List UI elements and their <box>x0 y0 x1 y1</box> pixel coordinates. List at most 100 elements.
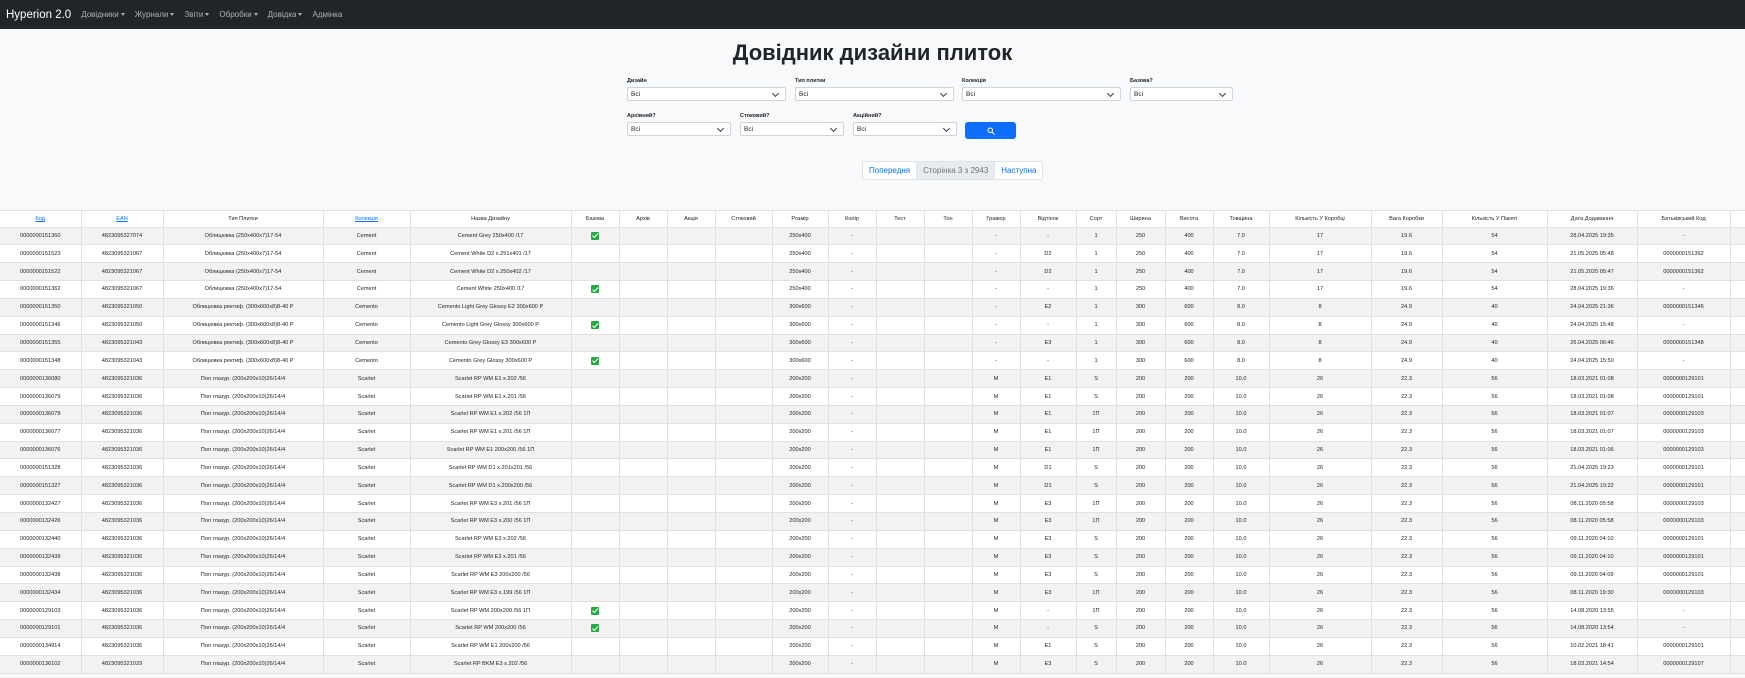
table-cell: E1 <box>1020 405 1077 424</box>
table-cell <box>876 351 925 371</box>
table-cell <box>571 566 620 585</box>
table-row[interactable]: 0000000151348 4823095321043 Облицювка рект… <box>0 351 1745 371</box>
table-header-row: Код EAN Тип Плитки Колекція Назва Дизайну Баз… <box>0 211 1745 228</box>
filter-base: Базова? Всі <box>1130 78 1233 101</box>
table-cell: 300 <box>1116 334 1166 353</box>
table-cell: 0000000151355 <box>0 334 82 353</box>
table-row[interactable]: 0000000151522 4823095321067 Облицювка (250… <box>0 262 1745 282</box>
table-cell: E1 <box>1020 369 1077 389</box>
nav-item-3[interactable]: Обробки <box>219 10 258 19</box>
table-cell: 200 <box>1165 476 1214 496</box>
table-cell: 4823095321036 <box>81 441 164 460</box>
table-row[interactable]: 0000000136078 4823095321036 Пол глазур. (2… <box>0 405 1745 424</box>
table-cell: 10.0 <box>1213 512 1270 531</box>
table-row[interactable]: 0000000136102 4823095321029 Пол глазур. (2… <box>0 655 1745 674</box>
table-cell <box>715 441 773 460</box>
table-row[interactable]: 0000000136079 4823095321036 Пол глазур. (2… <box>0 387 1745 406</box>
column-header[interactable]: Код <box>0 211 82 228</box>
table-cell: 7.0 <box>1213 280 1270 299</box>
base-select[interactable]: Всі <box>1130 87 1233 101</box>
table-row[interactable]: 0000000151360 4823095327074 Облицювка (250… <box>0 227 1745 246</box>
promo-select[interactable]: Всі <box>853 122 957 136</box>
tile-type-select[interactable]: Всі <box>795 87 954 101</box>
table-row[interactable]: 0000000136080 4823095321036 Пол глазур. (2… <box>0 369 1745 389</box>
table-cell: Пол глазур. (200х200х10)26/14/4 <box>163 369 324 389</box>
table-cell: 56 <box>1442 369 1548 389</box>
table-cell: 22.3 <box>1371 530 1443 549</box>
table-row[interactable]: 0000000151327 4823095321036 Пол глазур. (2… <box>0 476 1745 496</box>
column-header: Сорт <box>1076 211 1117 228</box>
table-cell: Scarlet <box>323 655 411 674</box>
table-cell: 0000000151346 <box>0 316 82 335</box>
table-cell: 26 <box>1269 512 1372 531</box>
table-cell <box>667 387 716 406</box>
table-cell: 7.0 <box>1213 227 1270 246</box>
column-header[interactable]: EAN <box>81 211 164 228</box>
table-cell <box>715 566 773 585</box>
table-cell: E1 <box>1020 441 1077 460</box>
nav-item-0[interactable]: Довідники <box>81 10 125 19</box>
table-row[interactable]: 0000000132427 4823095321036 Пол глазур. (2… <box>0 494 1745 513</box>
table-cell: S <box>1076 566 1117 585</box>
table-row[interactable]: 0000000132426 4823095321036 Пол глазур. (2… <box>0 512 1745 531</box>
table-row[interactable]: 0000000136077 4823095321036 Пол глазур. (2… <box>0 423 1745 442</box>
table-cell: Пол глазур. (200х200х10)26/14/4 <box>163 494 324 513</box>
table-cell <box>715 316 773 335</box>
table-cell: 250 <box>1116 227 1166 246</box>
table-cell: 26 <box>1269 458 1372 478</box>
table-cell: - <box>1637 280 1731 299</box>
table-cell: 22.3 <box>1371 387 1443 406</box>
table-cell: 400 <box>1165 262 1214 282</box>
table-row[interactable]: 0000000132439 4823095321036 Пол глазур. (2… <box>0 548 1745 567</box>
table-cell: 0000000129103 <box>1637 494 1731 513</box>
table-row[interactable]: 0000000151346 4823095321050 Облицювка рект… <box>0 316 1745 335</box>
table-row[interactable]: 0000000151355 4823095321043 Облицювка рект… <box>0 334 1745 353</box>
table-cell: 56 <box>1442 548 1548 567</box>
table-row[interactable]: 0000000132438 4823095321036 Пол глазур. (2… <box>0 566 1745 585</box>
nav-item-1[interactable]: Журнали <box>135 10 175 19</box>
search-button[interactable] <box>965 122 1016 139</box>
table-row[interactable]: 0000000129103 4823095321036 Пол глазур. (2… <box>0 601 1745 621</box>
table-cell: 0000000129101 <box>1637 387 1731 406</box>
next-page-button[interactable]: Наступна <box>995 162 1042 179</box>
table-row[interactable]: 0000000151350 4823095321050 Облицювка рект… <box>0 298 1745 317</box>
table-cell <box>715 351 773 371</box>
table-cell <box>1730 423 1745 442</box>
nav-item-2[interactable]: Звіти <box>184 10 210 19</box>
table-cell: 4823095321036 <box>81 601 164 621</box>
table-cell <box>1730 441 1745 460</box>
table-row[interactable]: 0000000136076 4823095321036 Пол глазур. (2… <box>0 441 1745 460</box>
column-header[interactable]: Колекція <box>323 211 411 228</box>
design-select[interactable]: Всі <box>627 87 786 101</box>
nav-item-5[interactable]: Адмінка <box>312 10 342 19</box>
table-cell: 1П <box>1076 423 1117 442</box>
column-header: Товщина <box>1213 211 1270 228</box>
tile-type-select-value: Всі <box>799 90 809 98</box>
table-row[interactable]: 0000000151523 4823095321067 Облицювка (250… <box>0 244 1745 264</box>
table-cell: 54 <box>1442 280 1548 299</box>
prev-page-button[interactable]: Попередня <box>863 162 916 179</box>
archive-select[interactable]: Всі <box>627 122 731 136</box>
table-cell <box>667 280 716 299</box>
chevron-down-icon <box>716 124 725 133</box>
table-row[interactable]: 0000000151362 4823095321067 Облицювка (250… <box>0 280 1745 299</box>
table-cell: D1 <box>1020 476 1077 496</box>
table-cell: 200 <box>1165 441 1214 460</box>
table-cell: 200 <box>1116 566 1166 585</box>
table-cell: Scarlet RP WM D1 x.200x200 /56 <box>410 476 572 496</box>
table-cell: 0000000129101 <box>1637 369 1731 389</box>
brand-logo[interactable]: Hyperion 2.0 <box>6 9 71 21</box>
table-cell: - <box>1637 227 1731 246</box>
table-cell <box>1730 619 1745 638</box>
table-row[interactable]: 0000000134914 4823095321036 Пол глазур. (2… <box>0 637 1745 656</box>
table-row[interactable]: 0000000151328 4823095321036 Пол глазур. (2… <box>0 458 1745 478</box>
filter-archive: Архівний? Всі <box>627 113 731 136</box>
table-row[interactable]: 0000000129101 4823095321036 Пол глазур. (2… <box>0 619 1745 638</box>
stock-select[interactable]: Всі <box>740 122 844 136</box>
table-cell <box>667 298 716 317</box>
nav-item-4[interactable]: Довідка <box>268 10 303 19</box>
collection-select[interactable]: Всі <box>962 87 1121 101</box>
table-cell: 0000000151362 <box>0 280 82 299</box>
table-row[interactable]: 0000000132434 4823095321036 Пол глазур. (2… <box>0 583 1745 603</box>
table-row[interactable]: 0000000132440 4823095321036 Пол глазур. (2… <box>0 530 1745 549</box>
